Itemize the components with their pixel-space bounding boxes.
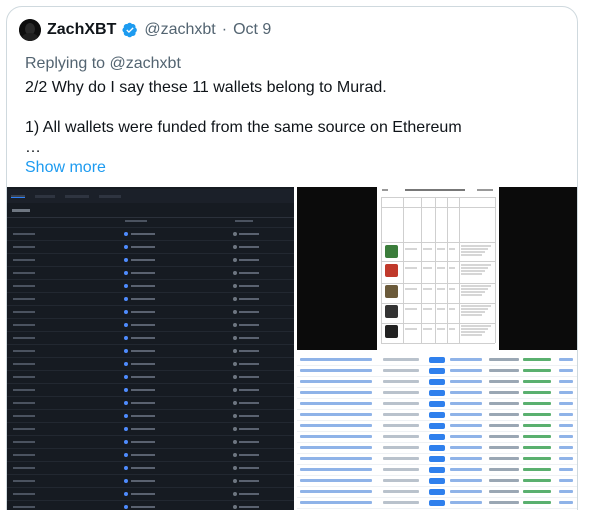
image-transaction-row bbox=[297, 355, 577, 366]
image-table-row bbox=[7, 383, 294, 396]
replying-mention[interactable]: @zachxbt bbox=[110, 55, 181, 72]
image-table-row bbox=[7, 500, 294, 510]
media-image-3[interactable] bbox=[297, 352, 577, 510]
image-table-row bbox=[7, 253, 294, 266]
image-table-row bbox=[7, 240, 294, 253]
image-transaction-row bbox=[297, 443, 577, 454]
tweet-date[interactable]: Oct 9 bbox=[233, 21, 271, 39]
image-table-row bbox=[7, 357, 294, 370]
tweet-card[interactable]: ZachXBT @zachxbt · Oct 9 Replying to @za… bbox=[6, 6, 578, 510]
image-table-row bbox=[7, 292, 294, 305]
image-table-row bbox=[7, 461, 294, 474]
replying-to: Replying to @zachxbt bbox=[25, 55, 181, 73]
image-table-row bbox=[7, 344, 294, 357]
image-table-row bbox=[7, 227, 294, 240]
verified-badge-icon bbox=[122, 22, 138, 38]
avatar[interactable] bbox=[19, 19, 41, 41]
image-table-row bbox=[7, 474, 294, 487]
tweet-header: ZachXBT @zachxbt · Oct 9 bbox=[19, 17, 271, 43]
image-table-row bbox=[7, 487, 294, 500]
image-transaction-row bbox=[297, 454, 577, 465]
image-table-row bbox=[7, 422, 294, 435]
image-title bbox=[12, 209, 30, 212]
tweet-text-ellipsis: … bbox=[25, 139, 41, 156]
image-table-row bbox=[7, 435, 294, 448]
replying-label: Replying to bbox=[25, 55, 106, 72]
image-table-row bbox=[7, 305, 294, 318]
image-table-row bbox=[7, 396, 294, 409]
image-transaction-row bbox=[297, 432, 577, 443]
media-grid bbox=[7, 187, 577, 510]
media-image-2[interactable] bbox=[297, 187, 577, 350]
image-transaction-row bbox=[297, 399, 577, 410]
image-transaction-row bbox=[297, 421, 577, 432]
show-more-link[interactable]: Show more bbox=[25, 159, 106, 177]
image-table-row bbox=[7, 331, 294, 344]
image-table-row bbox=[7, 448, 294, 461]
image-table-row bbox=[7, 370, 294, 383]
tweet-text-line-2: 1) All wallets were funded from the same… bbox=[25, 119, 462, 136]
image-transaction-row bbox=[297, 366, 577, 377]
image-table-row bbox=[7, 409, 294, 422]
image-table-row bbox=[7, 279, 294, 292]
image-transaction-row bbox=[297, 476, 577, 487]
image-table-row bbox=[7, 318, 294, 331]
image-tab-strip bbox=[7, 189, 294, 203]
media-image-1[interactable] bbox=[7, 187, 294, 510]
image-transaction-row bbox=[297, 465, 577, 476]
tweet-text-line-1: 2/2 Why do I say these 11 wallets belong… bbox=[25, 79, 387, 96]
image-transaction-row bbox=[297, 498, 577, 509]
separator-dot: · bbox=[221, 21, 228, 38]
image-transaction-row bbox=[297, 377, 577, 388]
image-transaction-row bbox=[297, 410, 577, 421]
image-document bbox=[377, 187, 499, 350]
image-transaction-row bbox=[297, 487, 577, 498]
image-table-row bbox=[7, 266, 294, 279]
image-transaction-row bbox=[297, 388, 577, 399]
author-name[interactable]: ZachXBT bbox=[47, 21, 116, 39]
author-handle[interactable]: @zachxbt bbox=[144, 21, 215, 39]
